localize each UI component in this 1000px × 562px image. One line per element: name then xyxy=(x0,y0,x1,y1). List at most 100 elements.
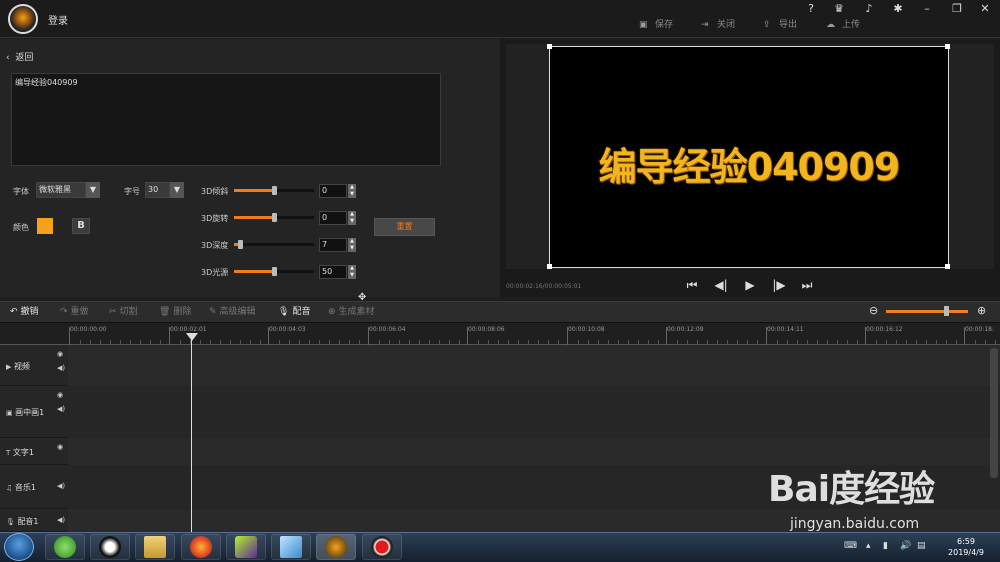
taskbar-app-firefox[interactable] xyxy=(181,534,221,560)
slider-track[interactable] xyxy=(234,243,314,246)
taskbar-app-recorder[interactable] xyxy=(362,534,402,560)
step-back-icon[interactable]: ◀| xyxy=(713,277,729,293)
speaker-icon[interactable]: ◀) xyxy=(57,482,65,490)
speaker-icon[interactable]: ◀) xyxy=(57,364,65,372)
resize-handle[interactable] xyxy=(547,264,552,269)
spin-up-icon[interactable]: ▲ xyxy=(348,184,356,191)
redo-icon: ↷ xyxy=(60,307,68,317)
start-button[interactable] xyxy=(4,533,34,561)
spin-down-icon[interactable]: ▼ xyxy=(348,218,356,225)
spin-down-icon[interactable]: ▼ xyxy=(348,245,356,252)
slider-fill xyxy=(234,270,274,273)
speaker-icon[interactable]: ◀) xyxy=(57,405,65,413)
slider-handle[interactable] xyxy=(272,186,277,195)
spin-up-icon[interactable]: ▲ xyxy=(348,211,356,218)
generate-material-button[interactable]: ⊕ 生成素材 xyxy=(328,305,375,319)
play-icon[interactable]: ▶ xyxy=(742,277,758,293)
bold-button[interactable]: B xyxy=(72,218,90,234)
resize-handle[interactable] xyxy=(945,44,950,49)
redo-button[interactable]: ↷ 重做 xyxy=(60,305,89,319)
spin-down-icon[interactable]: ▼ xyxy=(348,272,356,279)
spinner[interactable]: ▲ ▼ xyxy=(348,238,356,252)
minimize-icon[interactable]: – xyxy=(918,2,936,16)
eye-icon[interactable]: ◉ xyxy=(57,391,63,399)
delete-button[interactable]: 🗑 删除 xyxy=(159,305,191,319)
slider-handle[interactable] xyxy=(238,240,243,249)
spinner[interactable]: ▲ ▼ xyxy=(348,184,356,198)
skip-end-icon[interactable]: ⏭ xyxy=(799,277,815,293)
step-forward-icon[interactable]: |▶ xyxy=(771,277,787,293)
maximize-icon[interactable]: ❐ xyxy=(948,2,966,16)
playhead-marker[interactable] xyxy=(186,333,198,341)
upload-button[interactable]: ☁ 上传 xyxy=(826,18,860,32)
exit-icon: ⇥ xyxy=(701,20,709,30)
slider-handle[interactable] xyxy=(272,267,277,276)
text-content-input[interactable]: 编导经验040909 xyxy=(11,73,441,166)
cut-button[interactable]: ✂ 切割 xyxy=(109,305,138,319)
spin-up-icon[interactable]: ▲ xyxy=(348,238,356,245)
zoom-in-icon[interactable]: ⊕ xyxy=(977,304,986,317)
timeline-scrollbar[interactable] xyxy=(990,348,998,478)
close-project-button[interactable]: ⇥ 关闭 xyxy=(701,18,735,32)
app-logo[interactable] xyxy=(8,4,38,34)
color-swatch[interactable] xyxy=(37,218,53,234)
font-select[interactable]: 微软雅黑 xyxy=(36,182,86,198)
skip-start-icon[interactable]: ⏮ xyxy=(684,277,700,293)
spin-up-icon[interactable]: ▲ xyxy=(348,265,356,272)
undo-button[interactable]: ↶ 撤销 xyxy=(10,305,39,319)
size-dropdown-icon[interactable]: ▼ xyxy=(170,182,184,198)
slider-value-input[interactable]: 50 xyxy=(319,265,347,279)
taskbar-app-notes[interactable] xyxy=(271,534,311,560)
playhead-line[interactable] xyxy=(191,334,192,534)
battery-icon[interactable]: ▮ xyxy=(883,541,888,551)
zoom-slider-handle[interactable] xyxy=(944,306,949,316)
gear-icon[interactable]: ✱ xyxy=(889,2,907,16)
track-label: ♫ 音乐1 xyxy=(6,483,36,492)
spinner[interactable]: ▲ ▼ xyxy=(348,211,356,225)
track-lane[interactable] xyxy=(0,386,1000,438)
font-dropdown-icon[interactable]: ▼ xyxy=(86,182,100,198)
bell-icon[interactable]: ♪ xyxy=(860,2,878,16)
taskbar-app-video-editor[interactable] xyxy=(316,534,356,560)
slider-value-input[interactable]: 7 xyxy=(319,238,347,252)
export-button[interactable]: ⇪ 导出 xyxy=(763,18,797,32)
scissors-icon: ✂ xyxy=(109,307,117,317)
slider-value-input[interactable]: 0 xyxy=(319,211,347,225)
resize-handle[interactable] xyxy=(547,44,552,49)
save-button[interactable]: ▣ 保存 xyxy=(639,18,673,32)
slider-handle[interactable] xyxy=(272,213,277,222)
taskbar-app-explorer[interactable] xyxy=(135,534,175,560)
save-icon: ▣ xyxy=(639,20,648,30)
spin-down-icon[interactable]: ▼ xyxy=(348,191,356,198)
advanced-edit-button[interactable]: ✎ 高级编辑 xyxy=(209,305,256,319)
slider-value-input[interactable]: 0 xyxy=(319,184,347,198)
clock-time: 6:59 xyxy=(957,537,975,546)
close-window-icon[interactable]: ✕ xyxy=(976,2,994,16)
speaker-icon[interactable]: ◀) xyxy=(57,516,65,524)
size-select[interactable]: 30 xyxy=(145,182,170,198)
vip-icon[interactable]: ♛ xyxy=(830,2,848,16)
eye-icon[interactable]: ◉ xyxy=(57,350,63,358)
zoom-out-icon[interactable]: ⊖ xyxy=(869,304,878,317)
slider-label: 3D光源 xyxy=(201,268,229,277)
network-icon[interactable]: ▤ xyxy=(917,541,926,551)
reset-button[interactable]: 重置 xyxy=(374,218,435,236)
spinner[interactable]: ▲ ▼ xyxy=(348,265,356,279)
taskbar-app-player[interactable] xyxy=(226,534,266,560)
volume-icon[interactable]: 🔊 xyxy=(900,541,911,551)
eye-icon[interactable]: ◉ xyxy=(57,443,63,451)
resize-handle[interactable] xyxy=(945,264,950,269)
back-button[interactable]: ‹ 返回 xyxy=(6,50,33,63)
slider-label: 3D深度 xyxy=(201,241,229,250)
track-lane[interactable] xyxy=(0,345,1000,386)
chevron-up-icon[interactable]: ▴ xyxy=(866,541,871,551)
taskbar-app-qq[interactable] xyxy=(90,534,130,560)
dub-button[interactable]: 🎙 配音 xyxy=(278,305,310,319)
chevron-left-icon: ‹ xyxy=(6,53,10,63)
keyboard-icon[interactable]: ⌨ xyxy=(844,541,857,551)
login-link[interactable]: 登录 xyxy=(48,12,68,27)
taskbar-app-360[interactable] xyxy=(45,534,85,560)
help-icon[interactable]: ? xyxy=(802,2,820,16)
zoom-slider[interactable] xyxy=(886,310,968,313)
system-clock[interactable]: 6:59 2019/4/9 xyxy=(936,536,996,558)
